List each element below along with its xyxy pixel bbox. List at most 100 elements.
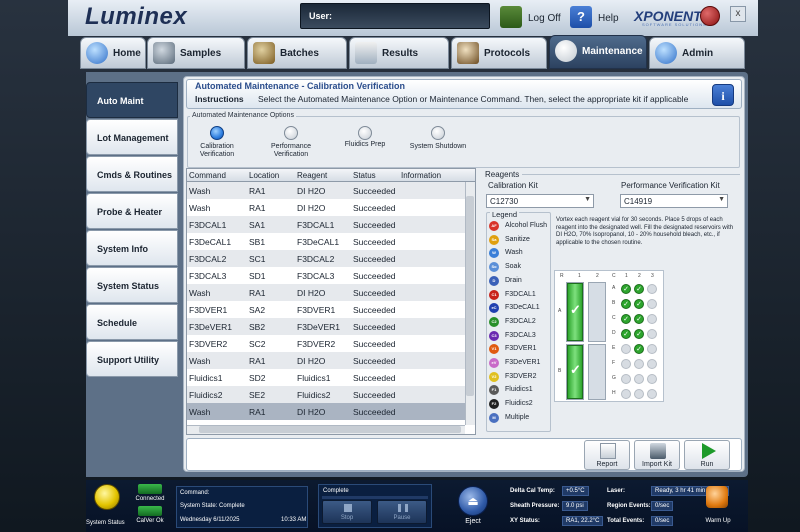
instructions-label: Instructions	[195, 94, 244, 104]
tab-maintenance[interactable]: Maintenance	[549, 35, 647, 69]
table-cell: RA1	[249, 288, 266, 298]
table-row[interactable]: F3DCAL1 SA1 F3DCAL1 Succeeded	[187, 216, 465, 233]
plate-row-label: A	[612, 285, 616, 291]
tab-samples[interactable]: Samples	[147, 37, 245, 69]
table-row[interactable]: Wash RA1 DI H2O Succeeded	[187, 199, 465, 216]
legend-label: Alcohol Flush	[505, 222, 548, 229]
sidebar-item-system-status[interactable]: System Status	[86, 267, 178, 303]
radio-label: System Shutdown	[409, 143, 467, 150]
warm-up-button[interactable]: Warm Up	[700, 484, 736, 528]
table-row[interactable]: F3DVER2 SC2 F3DVER2 Succeeded	[187, 335, 465, 352]
scrollbar-thumb[interactable]	[199, 426, 461, 433]
table-header: Command Location Reagent Status Informat…	[187, 169, 475, 182]
scrollbar-thumb[interactable]	[466, 196, 474, 396]
date-value: Wednesday 6/11/2025	[180, 517, 240, 523]
sidebar-item-lot-management[interactable]: Lot Management	[86, 119, 178, 155]
delta-cal-temp-value: +0.5°C	[562, 486, 589, 496]
help-button[interactable]: ? Help	[570, 6, 622, 30]
column-header-status[interactable]: Status	[353, 171, 376, 180]
reagent-dot-icon: C3	[489, 330, 499, 341]
empty-well	[647, 389, 657, 399]
sidebar-item-auto-maint[interactable]: Auto Maint	[86, 82, 178, 118]
table-row[interactable]: Wash RA1 DI H2O Succeeded	[187, 352, 465, 369]
table-cell: Succeeded	[353, 339, 396, 349]
eject-icon: ⏏	[458, 486, 488, 516]
column-header-command[interactable]: Command	[189, 171, 226, 180]
table-row[interactable]: Wash RA1 DI H2O Succeeded	[187, 284, 465, 301]
stop-button[interactable]: Stop	[322, 500, 372, 524]
reagent-instructions: Vortex each reagent vial for 30 seconds.…	[556, 217, 734, 246]
radio-performance-verification[interactable]	[284, 126, 298, 140]
table-row[interactable]: F3DCAL2 SC1 F3DCAL2 Succeeded	[187, 250, 465, 267]
table-row[interactable]: Wash RA1 DI H2O Succeeded	[187, 403, 465, 420]
reagent-dot-icon: C2	[489, 316, 499, 327]
table-cell: Succeeded	[353, 390, 396, 400]
tab-admin[interactable]: Admin	[649, 37, 745, 69]
run-button[interactable]: Run	[684, 440, 730, 470]
tab-results[interactable]: Results	[349, 37, 449, 69]
table-row[interactable]: F3DeCAL1 SB1 F3DeCAL1 Succeeded	[187, 233, 465, 250]
sidebar-item-system-info[interactable]: System Info	[86, 230, 178, 266]
radio-system-shutdown[interactable]	[431, 126, 445, 140]
column-header-information[interactable]: Information	[401, 171, 441, 180]
table-cell: Wash	[189, 186, 211, 196]
import-kit-button[interactable]: Import Kit	[634, 440, 680, 470]
table-row[interactable]: Fluidics1 SD2 Fluidics1 Succeeded	[187, 369, 465, 386]
reagent-dot-icon: Sa	[489, 234, 499, 245]
xy-status-label: XY Status:	[510, 518, 540, 524]
legend-label: Fluidics2	[505, 400, 533, 408]
column-header-reagent[interactable]: Reagent	[297, 171, 327, 180]
table-row[interactable]: Fluidics2 SE2 Fluidics2 Succeeded	[187, 386, 465, 403]
reagent-dot-icon: D	[489, 275, 499, 286]
performance-kit-select[interactable]: C14919 ▼	[620, 194, 728, 208]
table-row[interactable]: F3DCAL3 SD1 F3DCAL3 Succeeded	[187, 267, 465, 284]
reagent-dot-icon: C1	[489, 289, 499, 300]
sidebar-item-probe-heater[interactable]: Probe & Heater	[86, 193, 178, 229]
eject-button[interactable]: ⏏ Eject	[448, 484, 498, 528]
protocols-icon	[457, 42, 479, 64]
sheath-pressure-value: 9.0 psi	[562, 501, 588, 511]
table-cell: SA2	[249, 305, 266, 315]
legend-label: F3DCAL3	[505, 331, 536, 339]
plate-col-label: C	[612, 273, 616, 279]
empty-well	[647, 344, 657, 354]
tab-protocols[interactable]: Protocols	[451, 37, 547, 69]
help-icon: ?	[570, 6, 592, 28]
pause-icon	[398, 504, 408, 512]
system-status-button[interactable]: System Status	[86, 482, 126, 530]
table-row[interactable]: F3DVER1 SA2 F3DVER1 Succeeded	[187, 301, 465, 318]
sidebar-item-cmds-routines[interactable]: Cmds & Routines	[86, 156, 178, 192]
sidebar-item-schedule[interactable]: Schedule	[86, 304, 178, 340]
reservoir-label: B	[558, 368, 562, 374]
info-button[interactable]: i	[712, 84, 734, 106]
empty-well	[647, 314, 657, 324]
plate-col-label: 2	[638, 273, 641, 279]
user-field[interactable]: User:	[300, 3, 490, 29]
legend-label: Sanitize	[505, 235, 530, 243]
table-row[interactable]: F3DeVER1 SB2 F3DeVER1 Succeeded	[187, 318, 465, 335]
column-header-location[interactable]: Location	[249, 171, 279, 180]
tab-batches[interactable]: Batches	[247, 37, 347, 69]
legend-label: F3DVER1	[505, 345, 537, 353]
logoff-icon	[500, 6, 522, 28]
empty-well	[647, 299, 657, 309]
table-cell: F3DVER1	[189, 305, 228, 315]
pause-button[interactable]: Pause	[377, 500, 427, 524]
empty-well	[647, 359, 657, 369]
sidebar-item-label: Support Utility	[97, 355, 159, 365]
tab-batches-label: Batches	[280, 48, 319, 59]
radio-calibration-verification[interactable]	[210, 126, 224, 140]
sidebar-item-support-utility[interactable]: Support Utility	[86, 341, 178, 377]
table-row[interactable]: Wash RA1 DI H2O Succeeded	[187, 182, 465, 199]
stop-icon	[344, 504, 352, 512]
radio-fluidics-prep[interactable]	[358, 126, 372, 140]
empty-well	[621, 389, 631, 399]
table-cell: Succeeded	[353, 220, 396, 230]
report-button[interactable]: Report	[584, 440, 630, 470]
close-button[interactable]: x	[730, 6, 746, 22]
sidebar-item-label: System Status	[97, 281, 160, 291]
calibration-kit-select[interactable]: C12730 ▼	[486, 194, 594, 208]
logoff-button[interactable]: Log Off	[500, 6, 562, 30]
xy-status-value: RA1, 22.2°C	[562, 516, 604, 526]
tab-home[interactable]: Home	[80, 37, 146, 69]
